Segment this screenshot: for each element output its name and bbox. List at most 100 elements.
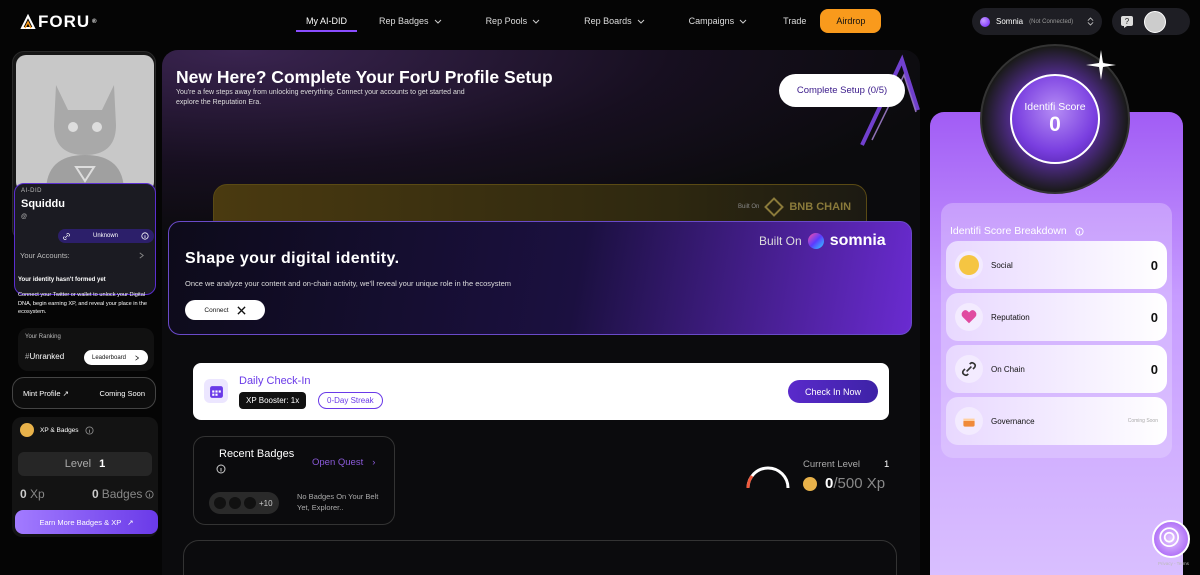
chevron-down-icon bbox=[739, 19, 747, 24]
ranking-label: Your Ranking bbox=[25, 334, 61, 340]
score-row-on-chain[interactable]: On Chain 0 bbox=[946, 345, 1167, 393]
info-icon[interactable] bbox=[84, 425, 94, 435]
link-icon bbox=[63, 232, 70, 240]
breakdown-title: Identifi Score Breakdown bbox=[950, 225, 1084, 237]
info-icon bbox=[141, 232, 149, 240]
complete-setup-button[interactable]: Complete Setup (0/5) bbox=[779, 74, 905, 107]
xp-total: 0 Xp bbox=[20, 487, 45, 501]
sort-arrows-icon bbox=[1087, 17, 1094, 26]
foru-logo[interactable]: FORU ® bbox=[20, 12, 98, 32]
coin-icon bbox=[803, 476, 817, 491]
info-icon[interactable] bbox=[1075, 226, 1084, 236]
mint-profile-button[interactable]: Mint Profile ↗ bbox=[23, 389, 69, 398]
chain-name: Somnia bbox=[996, 17, 1024, 26]
chain-selector[interactable]: Somnia (Not Connected) bbox=[972, 8, 1102, 35]
nav-trade[interactable]: Trade bbox=[769, 0, 820, 42]
nav-campaigns[interactable]: Campaigns bbox=[667, 0, 770, 42]
recent-badges-card: Recent Badges Open Quest › +10 No Badges … bbox=[193, 436, 395, 525]
identity-notice-title: Your identity hasn't formed yet bbox=[18, 277, 106, 283]
link-icon bbox=[955, 355, 983, 383]
profile-sidebar: AI-DID Squiddu @ Unknown Your Accounts: … bbox=[12, 51, 158, 575]
bnb-logo-icon bbox=[764, 197, 785, 217]
nav-my-ai-did[interactable]: My AI-DID bbox=[296, 0, 358, 42]
info-icon[interactable] bbox=[216, 464, 226, 474]
more-badges-count: +10 bbox=[259, 498, 273, 508]
assistant-fab[interactable] bbox=[1152, 520, 1190, 558]
user-actions: ? bbox=[1112, 8, 1190, 35]
mint-profile-row[interactable]: Mint Profile ↗ Coming Soon bbox=[12, 377, 156, 409]
level-gauge bbox=[746, 466, 790, 489]
chevron-right-icon bbox=[135, 354, 140, 361]
calendar-icon bbox=[204, 379, 228, 403]
sparkle-icon bbox=[1086, 50, 1116, 80]
hero-subtitle: You're a few steps away from unlocking e… bbox=[176, 89, 465, 106]
score-row-social[interactable]: Social 0 bbox=[946, 241, 1167, 289]
score-title: Identifi Score bbox=[1024, 101, 1086, 113]
identity-card-title: Shape your digital identity. bbox=[185, 250, 400, 267]
heart-icon bbox=[955, 303, 983, 331]
connect-x-button[interactable]: Connect bbox=[185, 300, 265, 320]
cake-icon bbox=[955, 407, 983, 435]
brand-name: FORU bbox=[38, 12, 91, 31]
hero-title: New Here? Complete Your ForU Profile Set… bbox=[176, 67, 553, 87]
cat-avatar-icon bbox=[46, 85, 124, 192]
current-level-value: 1 bbox=[884, 459, 890, 470]
score-breakdown: Identifi Score Breakdown Social 0 Reputa… bbox=[941, 203, 1172, 458]
profile-picture bbox=[16, 55, 154, 192]
score-row-reputation[interactable]: Reputation 0 bbox=[946, 293, 1167, 341]
badge-stack[interactable]: +10 bbox=[209, 492, 279, 514]
recaptcha-links[interactable]: Privacy - Terms bbox=[1158, 561, 1189, 566]
chevron-down-icon bbox=[637, 19, 644, 24]
did-tag: AI-DID bbox=[21, 188, 42, 194]
chevron-down-icon bbox=[434, 19, 441, 24]
chain-status: (Not Connected) bbox=[1029, 18, 1074, 25]
identity-status-pill[interactable]: Unknown bbox=[58, 229, 154, 243]
mint-status: Coming Soon bbox=[99, 388, 145, 398]
nav-rep-pools[interactable]: Rep Pools bbox=[464, 0, 563, 42]
leaderboard-button[interactable]: Leaderboard bbox=[84, 350, 148, 365]
airdrop-button[interactable]: Airdrop bbox=[820, 9, 882, 33]
foru-logo-icon bbox=[20, 14, 36, 29]
face-icon bbox=[955, 251, 983, 279]
chevron-down-icon bbox=[532, 19, 540, 24]
external-link-icon: ↗ bbox=[62, 388, 69, 398]
ranking-card: Your Ranking #Unranked Leaderboard bbox=[18, 328, 154, 371]
user-avatar[interactable] bbox=[1144, 10, 1166, 33]
check-in-button[interactable]: Check In Now bbox=[788, 380, 878, 403]
score-row-governance[interactable]: Governance Coming Soon bbox=[946, 397, 1167, 445]
top-navbar: FORU ® My AI-DID Rep Badges Rep Pools Rep… bbox=[0, 0, 1200, 42]
badge-placeholder-icon bbox=[214, 497, 226, 509]
main-content: New Here? Complete Your ForU Profile Set… bbox=[162, 50, 920, 575]
identity-card-body: Once we analyze your content and on-chai… bbox=[185, 279, 512, 288]
earn-more-button[interactable]: Earn More Badges & XP ↗ bbox=[15, 510, 158, 534]
level-display: Level 1 bbox=[18, 452, 152, 476]
open-quest-link[interactable]: Open Quest › bbox=[312, 457, 375, 468]
nav-rep-boards[interactable]: Rep Boards bbox=[562, 0, 667, 42]
recent-badges-title: Recent Badges bbox=[219, 448, 295, 460]
somnia-logo-icon bbox=[807, 233, 824, 249]
ranking-value: #Unranked bbox=[25, 352, 65, 361]
badge-placeholder-icon bbox=[244, 497, 256, 509]
xp-booster-badge: XP Booster: 1x bbox=[239, 392, 307, 409]
badges-empty-text: No Badges On Your Belt Yet, Explorer.. bbox=[297, 492, 379, 512]
xp-badges-header: XP & Badges bbox=[20, 423, 94, 437]
xp-progress: 0/500 Xp bbox=[803, 475, 885, 492]
somnia-built-on: Built On somnia bbox=[759, 232, 886, 249]
score-orb: Identifi Score 0 bbox=[980, 44, 1130, 194]
streak-badge: 0-Day Streak bbox=[318, 392, 383, 409]
bottom-card bbox=[183, 540, 897, 575]
chevron-right-icon[interactable] bbox=[138, 252, 145, 259]
swirl-icon bbox=[1159, 527, 1180, 548]
daily-checkin-card: Daily Check-In XP Booster: 1x 0-Day Stre… bbox=[193, 363, 889, 420]
svg-text:?: ? bbox=[1125, 17, 1130, 26]
info-icon[interactable] bbox=[145, 489, 154, 499]
nav-rep-badges[interactable]: Rep Badges bbox=[357, 0, 464, 42]
chat-help-icon[interactable]: ? bbox=[1120, 15, 1134, 29]
identity-notice-body: Connect your Twitter or wallet to unlock… bbox=[18, 292, 147, 316]
external-link-icon: ↗ bbox=[127, 517, 134, 527]
current-level-label: Current Level bbox=[803, 459, 861, 470]
main-nav: My AI-DID Rep Badges Rep Pools Rep Board… bbox=[296, 0, 882, 42]
user-handle: @ bbox=[21, 214, 28, 220]
badge-placeholder-icon bbox=[229, 497, 241, 509]
score-orb-inner: Identifi Score 0 bbox=[1010, 74, 1100, 164]
